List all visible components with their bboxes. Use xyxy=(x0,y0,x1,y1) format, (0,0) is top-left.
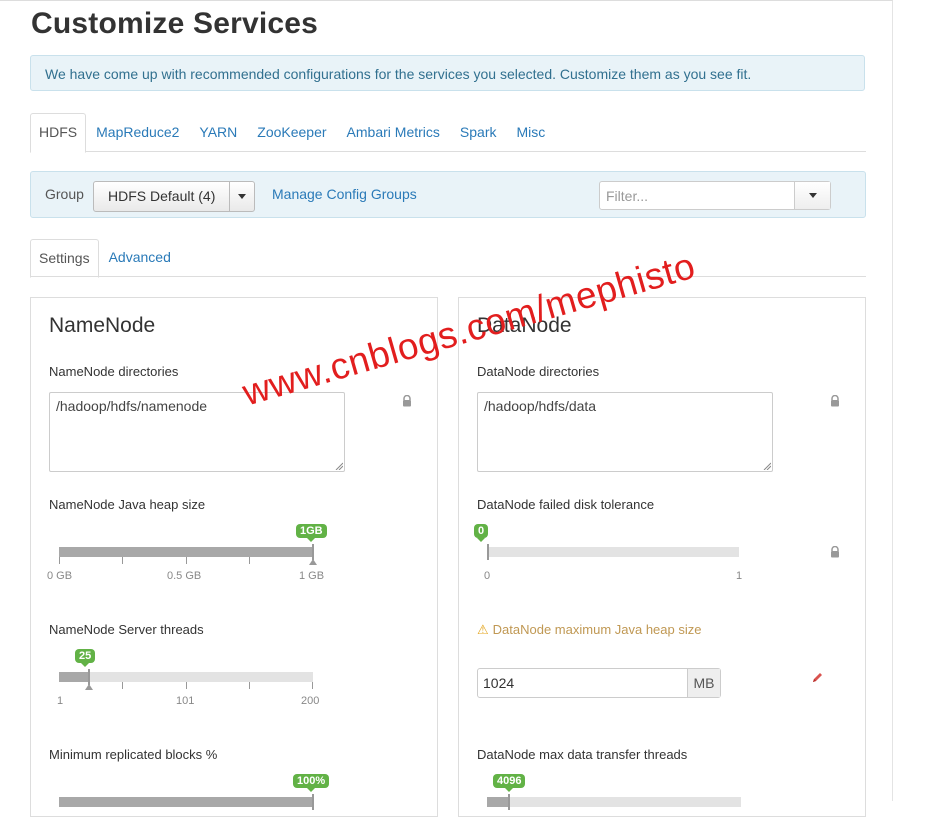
tab-advanced[interactable]: Advanced xyxy=(99,239,181,276)
namenode-heap-slider[interactable] xyxy=(59,544,317,565)
slider-tick xyxy=(312,682,313,689)
slider-handle[interactable] xyxy=(312,794,314,810)
warning-icon: ⚠ xyxy=(477,622,489,637)
tick-label: 1 GB xyxy=(299,570,325,582)
max-heap-label-text: DataNode maximum Java heap size xyxy=(492,622,702,637)
max-heap-label: ⚠ DataNode maximum Java heap size xyxy=(477,622,701,638)
slider-pointer xyxy=(309,559,317,565)
namenode-heap-label: NameNode Java heap size xyxy=(49,497,206,512)
tick-label: 0 xyxy=(484,570,491,582)
pencil-icon[interactable] xyxy=(811,671,824,684)
resize-grip-icon[interactable] xyxy=(335,462,343,470)
namenode-threads-badge: 25 xyxy=(75,649,96,667)
tick-label: 1 xyxy=(736,570,743,582)
slider-tick xyxy=(186,557,187,564)
tick-label: 0 GB xyxy=(47,570,73,582)
slider-handle[interactable] xyxy=(88,669,90,685)
disk-tolerance-badge: 0 xyxy=(474,524,489,542)
min-replicated-blocks-label: Minimum replicated blocks % xyxy=(49,747,218,762)
slider-fill xyxy=(59,547,313,557)
namenode-directories-label: NameNode directories xyxy=(49,364,179,379)
min-replicated-blocks-slider[interactable] xyxy=(59,794,314,810)
filter-box xyxy=(599,181,831,210)
datanode-directories-label: DataNode directories xyxy=(477,364,600,379)
slider-fill xyxy=(59,672,89,682)
caret-down-icon xyxy=(808,193,817,198)
datanode-panel: DataNode DataNode directories /hadoop/hd… xyxy=(458,297,866,817)
group-select-label[interactable]: HDFS Default (4) xyxy=(94,182,229,211)
slider-tick xyxy=(59,557,60,564)
namenode-heap-badge: 1GB xyxy=(296,524,327,542)
settings-subtabs: Settings Advanced xyxy=(30,239,866,278)
disk-tolerance-label: DataNode failed disk tolerance xyxy=(477,497,655,512)
slider-tick xyxy=(186,682,187,689)
tick-label: 1 xyxy=(57,695,64,707)
manage-config-groups-link[interactable]: Manage Config Groups xyxy=(272,186,417,202)
slider-fill xyxy=(59,797,313,807)
resize-grip-icon[interactable] xyxy=(763,462,771,470)
group-select-button[interactable]: HDFS Default (4) xyxy=(93,181,256,212)
datanode-directories-input[interactable]: /hadoop/hdfs/data xyxy=(477,392,773,472)
namenode-threads-label: NameNode Server threads xyxy=(49,622,204,637)
namenode-directories-input[interactable]: /hadoop/hdfs/namenode xyxy=(49,392,345,472)
transfer-threads-badge: 4096 xyxy=(493,774,526,792)
filter-dropdown-toggle[interactable] xyxy=(794,182,830,209)
tab-hdfs[interactable]: HDFS xyxy=(30,113,87,153)
slider-fill xyxy=(487,797,509,807)
disk-tolerance-slider[interactable] xyxy=(487,544,739,560)
slider-pointer xyxy=(85,684,93,690)
slider-handle[interactable] xyxy=(312,544,314,560)
tick-label: 200 xyxy=(301,695,320,707)
lock-icon[interactable] xyxy=(401,395,413,407)
caret-down-icon xyxy=(238,194,247,199)
slider-handle[interactable] xyxy=(487,544,489,560)
lock-icon[interactable] xyxy=(829,546,841,558)
slider-tick xyxy=(249,557,250,564)
transfer-threads-slider[interactable] xyxy=(487,794,741,810)
namenode-directories-value: /hadoop/hdfs/namenode xyxy=(56,398,208,414)
slider-tick xyxy=(122,682,123,689)
tab-settings[interactable]: Settings xyxy=(30,239,99,278)
page-container: Customize Services We have come up with … xyxy=(0,0,893,817)
tab-yarn[interactable]: YARN xyxy=(189,113,247,151)
tab-ambari-metrics[interactable]: Ambari Metrics xyxy=(337,113,450,151)
service-tabs: HDFS MapReduce2 YARN ZooKeeper Ambari Me… xyxy=(30,113,866,153)
group-label: Group xyxy=(45,186,84,202)
namenode-title: NameNode xyxy=(49,314,156,337)
tab-spark[interactable]: Spark xyxy=(450,113,507,151)
lock-icon[interactable] xyxy=(829,395,841,407)
max-heap-input[interactable]: 1024 xyxy=(478,669,687,697)
namenode-threads-slider[interactable] xyxy=(59,669,313,690)
min-replicated-blocks-badge: 100% xyxy=(293,774,330,792)
transfer-threads-label: DataNode max data transfer threads xyxy=(477,747,688,762)
tab-zookeeper[interactable]: ZooKeeper xyxy=(247,113,336,151)
tick-label: 0.5 GB xyxy=(167,570,202,582)
tab-mapreduce2[interactable]: MapReduce2 xyxy=(86,113,189,151)
max-heap-unit: MB xyxy=(687,669,720,697)
page-title: Customize Services xyxy=(31,7,319,40)
slider-tick xyxy=(122,557,123,564)
recommendation-notice: We have come up with recommended configu… xyxy=(30,55,865,91)
tab-misc[interactable]: Misc xyxy=(506,113,555,151)
tick-label: 101 xyxy=(176,695,195,707)
datanode-directories-value: /hadoop/hdfs/data xyxy=(484,398,597,414)
group-dropdown-toggle[interactable] xyxy=(229,182,254,211)
max-heap-input-group: 1024 MB xyxy=(477,668,721,698)
slider-handle[interactable] xyxy=(508,794,510,810)
slider-tick xyxy=(249,682,250,689)
filter-input[interactable] xyxy=(600,182,795,209)
config-group-bar: Group HDFS Default (4) Manage Config Gro… xyxy=(30,171,866,218)
